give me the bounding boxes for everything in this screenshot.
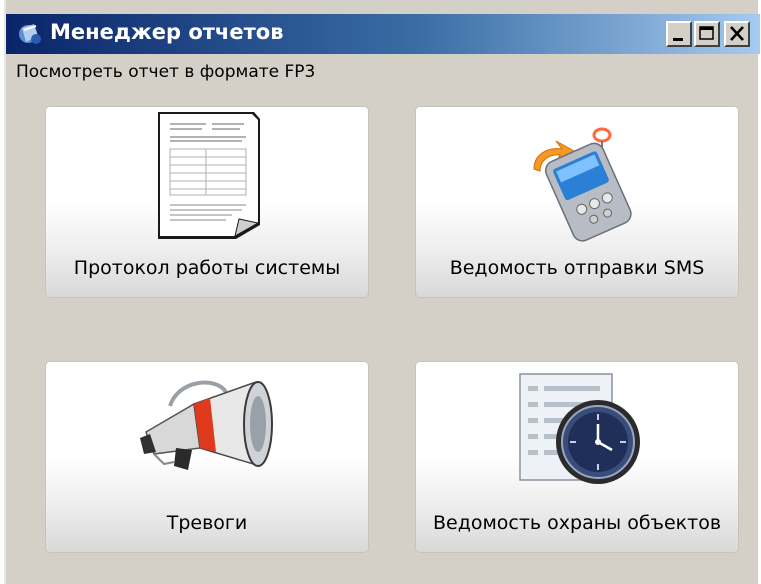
report-manager-window: Менеджер отчетов Посмотреть отчет в форм… <box>4 0 760 584</box>
window-title: Менеджер отчетов <box>50 20 284 44</box>
tile-label: Ведомость отправки SMS <box>449 257 705 279</box>
minimize-icon <box>673 38 683 41</box>
system-log-report-button[interactable]: Протокол работы системы <box>46 107 368 297</box>
sms-report-button[interactable]: Ведомость отправки SMS <box>416 107 738 297</box>
alarms-report-button[interactable]: Тревоги <box>46 362 368 552</box>
app-icon <box>19 24 41 44</box>
close-icon <box>730 26 744 41</box>
maximize-icon <box>699 26 714 40</box>
minimize-button[interactable] <box>666 21 692 47</box>
tile-label: Протокол работы системы <box>73 257 341 279</box>
title-bar[interactable]: Менеджер отчетов <box>6 14 760 54</box>
list-clock-icon <box>519 373 640 484</box>
tile-label: Ведомость охраны объектов <box>432 512 722 534</box>
mobile-sync-icon <box>533 127 632 242</box>
maximize-button[interactable] <box>694 21 720 47</box>
megaphone-icon <box>140 380 273 470</box>
document-icon <box>158 112 260 239</box>
subtitle-text: Посмотреть отчет в формате FP3 <box>16 62 316 82</box>
object-security-report-button[interactable]: Ведомость охраны объектов <box>416 362 738 552</box>
tile-label: Тревоги <box>166 512 248 534</box>
close-button[interactable] <box>724 21 750 47</box>
